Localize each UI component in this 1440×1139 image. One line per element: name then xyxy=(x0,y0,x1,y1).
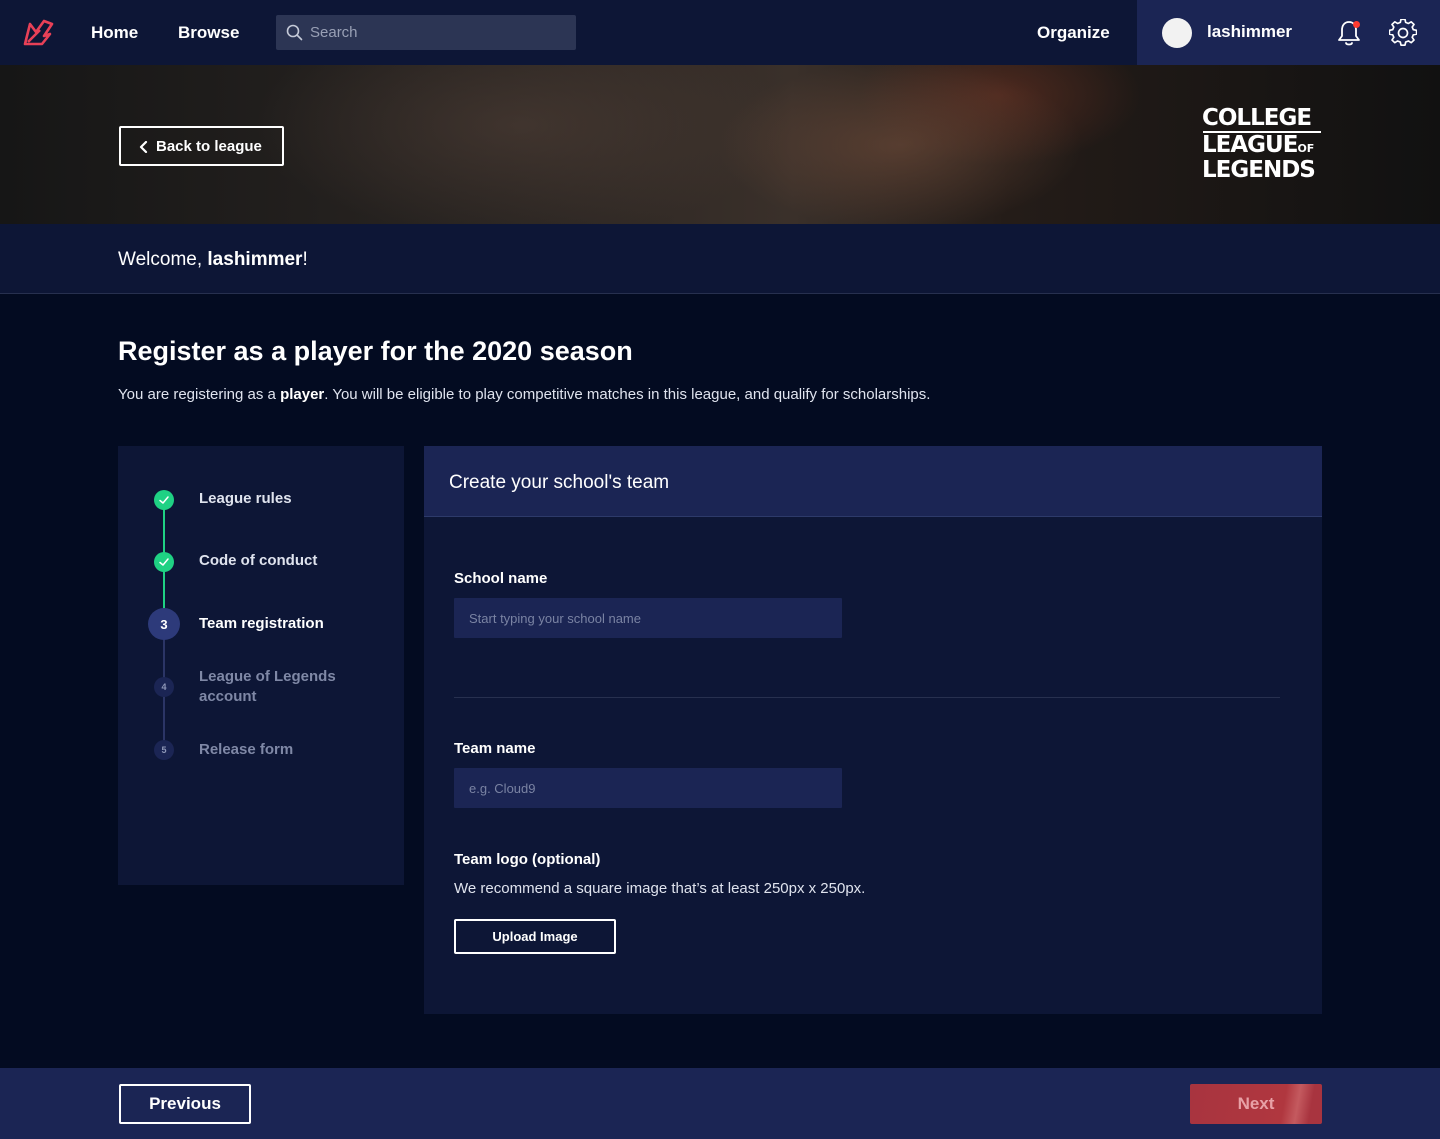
upload-image-button[interactable]: Upload Image xyxy=(454,919,616,954)
team-form-card: Create your school's team School name Te… xyxy=(424,446,1322,1014)
step-complete-marker xyxy=(154,552,174,572)
step-label-team-registration: Team registration xyxy=(199,615,324,632)
step-label-league-rules[interactable]: League rules xyxy=(199,490,292,507)
wizard-footer: Previous Next xyxy=(0,1068,1440,1139)
avatar[interactable] xyxy=(1162,18,1192,48)
role-highlight: player xyxy=(280,386,325,403)
back-to-league-button[interactable]: Back to league xyxy=(119,126,284,166)
team-name-label: Team name xyxy=(454,740,536,757)
college-league-of-legends-logo: COLLEGE LEAGUEOF LEGENDS xyxy=(1202,105,1324,185)
welcome-message: Welcome, lashimmer! xyxy=(118,249,308,270)
next-button[interactable]: Next xyxy=(1190,1084,1322,1124)
top-navigation: Home Browse Organize lashimmer xyxy=(0,0,1440,65)
logo-line-league: LEAGUEOF xyxy=(1202,132,1315,158)
welcome-username: lashimmer xyxy=(207,249,303,270)
username-label[interactable]: lashimmer xyxy=(1207,22,1292,42)
search-icon xyxy=(286,24,303,41)
gear-icon[interactable] xyxy=(1389,19,1417,47)
school-name-label: School name xyxy=(454,570,548,587)
previous-button[interactable]: Previous xyxy=(119,1084,251,1124)
riot-fist-logo-icon[interactable] xyxy=(22,18,54,48)
user-menu: lashimmer xyxy=(1137,0,1440,65)
nav-home-link[interactable]: Home xyxy=(91,23,138,43)
back-button-label: Back to league xyxy=(156,138,262,155)
form-title: Create your school's team xyxy=(449,472,670,493)
school-name-input[interactable] xyxy=(454,598,842,638)
check-icon xyxy=(159,496,169,504)
step-label-lol-account: League of Legends account xyxy=(199,668,336,705)
notification-dot xyxy=(1353,21,1360,28)
nav-browse-link[interactable]: Browse xyxy=(178,23,239,43)
page-title: Register as a player for the 2020 season xyxy=(118,336,633,366)
form-divider xyxy=(454,697,1280,698)
check-icon xyxy=(159,558,169,566)
hero-banner: Back to league COLLEGE LEAGUEOF LEGENDS xyxy=(0,65,1440,224)
logo-line-legends: LEGENDS xyxy=(1202,157,1316,183)
form-card-header: Create your school's team xyxy=(424,446,1322,517)
welcome-bar: Welcome, lashimmer! xyxy=(0,224,1440,294)
step-upcoming-marker: 5 xyxy=(154,740,174,760)
search-input[interactable] xyxy=(310,15,570,50)
step-upcoming-marker: 4 xyxy=(154,677,174,697)
step-label-release-form: Release form xyxy=(199,741,294,758)
team-logo-label: Team logo (optional) xyxy=(454,851,601,868)
team-logo-help: We recommend a square image that’s at le… xyxy=(454,880,866,897)
logo-line-college: COLLEGE xyxy=(1202,105,1312,131)
logo-of: OF xyxy=(1297,142,1315,155)
chevron-left-icon xyxy=(139,141,148,153)
step-label-code-of-conduct[interactable]: Code of conduct xyxy=(199,552,317,569)
page-subtitle: You are registering as a player. You wil… xyxy=(118,386,931,403)
step-current-marker: 3 xyxy=(148,608,180,640)
registration-steps: League rules Code of conduct 3 Team regi… xyxy=(118,446,404,885)
search-box[interactable] xyxy=(276,15,576,50)
nav-organize-link[interactable]: Organize xyxy=(1037,23,1110,43)
step-complete-marker xyxy=(154,490,174,510)
team-name-input[interactable] xyxy=(454,768,842,808)
